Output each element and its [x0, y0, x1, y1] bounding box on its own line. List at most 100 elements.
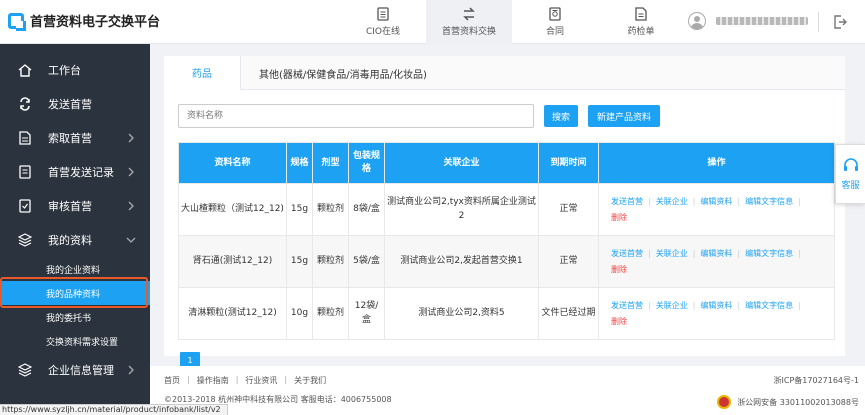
highlight-box — [0, 277, 148, 308]
send-icon — [20, 97, 30, 111]
header-divider — [818, 12, 819, 32]
table-row: 肾石通(测试12_12) 15g 颗粒剂 5袋/盒 测试商业公司2,发起首营交换… — [178, 235, 835, 288]
op-related-link[interactable]: 关联企业 — [656, 249, 688, 258]
op-separator: | — [737, 301, 741, 311]
op-edit-link[interactable]: 编辑资料 — [700, 301, 732, 310]
sidebar-item-label: 首营发送记录 — [48, 166, 114, 179]
op-separator: | — [737, 197, 741, 207]
op-send-link[interactable]: 发送首营 — [611, 301, 643, 310]
footer-police-text: 浙公网安备 33011002013088号 — [737, 397, 859, 407]
cell-name: 大山楂颗粒（测试12_12) — [178, 183, 287, 236]
layers-icon — [18, 233, 32, 247]
cell-form: 颗粒剂 — [312, 183, 349, 236]
op-edit-link[interactable]: 编辑资料 — [700, 249, 732, 258]
col-header-pack: 包装规格 — [348, 142, 385, 184]
col-header-form: 剂型 — [312, 142, 349, 184]
op-delete-link[interactable]: 删除 — [611, 265, 627, 274]
topnav-cio[interactable]: CIO在线 — [340, 0, 426, 44]
report-icon — [635, 7, 647, 21]
sidebar-item-dashboard[interactable]: 工作台 — [0, 53, 150, 87]
search-row: 搜索 新建产品资料 — [178, 104, 661, 128]
home-icon — [18, 64, 32, 77]
customer-service-tab[interactable]: 客服 — [835, 144, 865, 204]
enterprise-icon — [18, 363, 32, 377]
footer-link-about[interactable]: 关于我们 — [294, 375, 326, 386]
topnav-label: 合同 — [545, 27, 564, 37]
topnav-label: 首营资料交换 — [441, 27, 496, 37]
footer-link-guide[interactable]: 操作指南 — [197, 375, 229, 386]
footer-links: 首页 | 操作指南 | 行业资讯 | 关于我们 — [164, 375, 326, 386]
search-button[interactable]: 搜索 — [544, 105, 579, 127]
logout-icon[interactable] — [832, 14, 848, 30]
category-tabs: 药品 其他(器械/保健食品/消毒用品/化妆品) — [164, 56, 845, 90]
cell-ops: 发送首营 | 关联企业 | 编辑资料 | 编辑文字信息 | 删除 — [598, 183, 835, 236]
op-related-link[interactable]: 关联企业 — [656, 197, 688, 206]
sidebar-item-send-record[interactable]: 首营发送记录 — [0, 155, 150, 189]
new-product-button[interactable]: 新建产品资料 — [588, 105, 661, 127]
footer-link-home[interactable]: 首页 — [164, 375, 180, 386]
cell-form: 颗粒剂 — [312, 235, 349, 288]
sidebar-subitem-authorization[interactable]: 我的委托书 — [0, 305, 150, 329]
status-url: https://www.syzljh.cn/material/product/i… — [0, 404, 228, 415]
request-icon — [19, 131, 31, 145]
logo[interactable]: 首营资料电子交换平台 — [8, 11, 161, 31]
sidebar-item-audit[interactable]: 审核首营 — [0, 189, 150, 223]
cell-company: 测试商业公司2,资料5 — [384, 287, 539, 340]
col-header-company: 关联企业 — [384, 142, 539, 184]
op-related-link[interactable]: 关联企业 — [656, 301, 688, 310]
op-separator: | — [648, 301, 651, 311]
topnav-contract[interactable]: 合同 — [512, 0, 598, 44]
avatar-icon — [688, 12, 706, 30]
topnav-report[interactable]: 药检单 — [598, 0, 684, 44]
chevron-right-icon — [128, 133, 134, 143]
op-separator: | — [648, 197, 651, 207]
cell-expiry: 正常 — [538, 183, 599, 236]
sidebar-item-my-materials[interactable]: 我的资料 — [0, 223, 150, 257]
topnav-label: 药检单 — [627, 27, 655, 37]
search-input[interactable] — [178, 104, 534, 128]
cell-pack: 8袋/盒 — [348, 183, 385, 236]
op-separator: | — [798, 301, 801, 311]
top-nav: CIO在线 首营资料交换 合同 药检单 — [340, 0, 684, 44]
chevron-right-icon — [128, 167, 134, 177]
table-header-row: 资料名称 规格 剂型 包装规格 关联企业 到期时间 操作 — [178, 142, 835, 184]
sidebar-item-label: 发送首营 — [48, 98, 92, 111]
sidebar-item-request[interactable]: 索取首营 — [0, 121, 150, 155]
op-edit-text-link[interactable]: 编辑文字信息 — [745, 197, 793, 206]
tab-other[interactable]: 其他(器械/保健食品/消毒用品/化妆品) — [241, 56, 445, 90]
logo-icon — [8, 12, 26, 31]
col-header-expiry: 到期时间 — [538, 142, 599, 184]
op-edit-text-link[interactable]: 编辑文字信息 — [745, 249, 793, 258]
op-edit-text-link[interactable]: 编辑文字信息 — [745, 301, 793, 310]
op-edit-link[interactable]: 编辑资料 — [700, 197, 732, 206]
col-header-ops: 操作 — [598, 142, 835, 184]
sidebar-item-enterprise-mgmt[interactable]: 企业信息管理 — [0, 353, 150, 387]
footer-separator: | — [187, 375, 190, 384]
police-badge-icon — [717, 395, 732, 409]
op-separator: | — [798, 249, 801, 259]
main-panel: 药品 其他(器械/保健食品/消毒用品/化妆品) 搜索 新建产品资料 资料名称 规… — [164, 56, 845, 368]
footer-police[interactable]: 浙公网安备 33011002013088号 — [717, 395, 859, 409]
op-delete-link[interactable]: 删除 — [611, 213, 627, 222]
product-table: 资料名称 规格 剂型 包装规格 关联企业 到期时间 操作 大山楂颗粒（测试12_… — [178, 142, 835, 340]
username-redacted — [716, 17, 808, 25]
logo-text: 首营资料电子交换平台 — [30, 15, 161, 30]
op-send-link[interactable]: 发送首营 — [611, 249, 643, 258]
record-icon — [19, 165, 31, 179]
contract-icon — [549, 7, 561, 21]
user-menu[interactable] — [688, 12, 808, 30]
footer-icp[interactable]: 浙ICP备17027164号-1 — [774, 375, 859, 386]
op-send-link[interactable]: 发送首营 — [611, 197, 643, 206]
sidebar-item-send[interactable]: 发送首营 — [0, 87, 150, 121]
document-icon — [377, 7, 389, 21]
cell-ops: 发送首营 | 关联企业 | 编辑资料 | 编辑文字信息 | 删除 — [598, 235, 835, 288]
op-delete-link[interactable]: 删除 — [611, 317, 627, 326]
sidebar-subitem-exchange-settings[interactable]: 交换资料需求设置 — [0, 329, 150, 353]
col-header-name: 资料名称 — [178, 142, 287, 184]
topnav-exchange[interactable]: 首营资料交换 — [426, 0, 512, 44]
cell-name: 清淋颗粒(测试12_12) — [178, 287, 287, 340]
sidebar: 工作台 发送首营 索取首营 首营发送记录 审核首营 我的资料 我的企业资料 我的… — [0, 44, 150, 415]
cell-spec: 10g — [286, 287, 313, 340]
footer-link-news[interactable]: 行业资讯 — [245, 375, 277, 386]
tab-drugs[interactable]: 药品 — [164, 56, 241, 90]
